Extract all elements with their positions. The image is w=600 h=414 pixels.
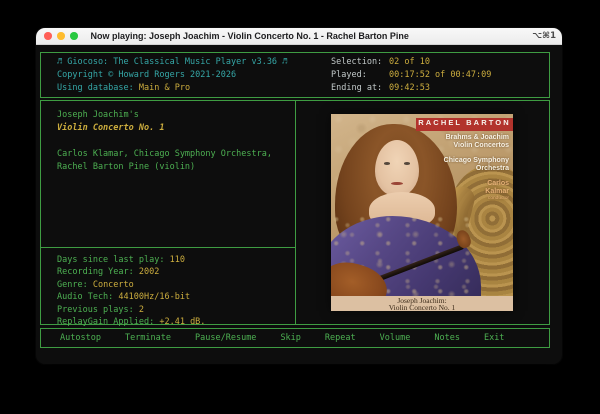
credit-gap	[444, 172, 509, 180]
minimize-button[interactable]	[57, 32, 65, 40]
window-titlebar[interactable]: Now playing: Joseph Joachim - Violin Con…	[36, 28, 562, 45]
conductor-role: conductor	[444, 195, 509, 203]
album-art: RACHEL BARTON Brahms & Joachim Violin Co…	[331, 114, 513, 311]
lips-illustration	[391, 182, 403, 185]
stat-selection: Selection:02 of 10	[331, 56, 491, 69]
album-caption: Joseph Joachim: Violin Concerto No. 1	[331, 296, 513, 311]
menu-item-volume[interactable]: Volume	[380, 333, 411, 343]
menu-box: Autostop Terminate Pause/Resume Skip Rep…	[40, 328, 550, 348]
conductor-name: Carlos	[444, 180, 509, 188]
caption-line-2: Violin Concerto No. 1	[331, 304, 513, 311]
detail-recording-year: Recording Year: 2002	[57, 266, 205, 278]
stat-ending-at: Ending at:09:42:53	[331, 82, 491, 95]
app-title-line: ♬ Giocoso: The Classical Music Player v3…	[57, 56, 287, 69]
eye-illustration	[404, 162, 410, 165]
copyright-line: Copyright © Howard Rogers 2021-2026	[57, 69, 287, 82]
menu-item-notes[interactable]: Notes	[434, 333, 460, 343]
album-credits: Brahms & Joachim Violin Concertos Chicag…	[444, 134, 509, 203]
window-title: Now playing: Joseph Joachim - Violin Con…	[91, 31, 409, 41]
composer-line: Joseph Joachim's	[57, 109, 272, 122]
track-details-panel: Days since last play: 110 Recording Year…	[57, 254, 205, 328]
horizontal-divider	[41, 247, 295, 248]
detail-days-since-play: Days since last play: 110	[57, 254, 205, 266]
traffic-lights	[44, 32, 78, 40]
detail-replaygain: ReplayGain Applied: +2.41 dB.	[57, 316, 205, 328]
terminal-area: ♬ Giocoso: The Classical Music Player v3…	[36, 45, 562, 364]
giocoso-window: Now playing: Joseph Joachim - Violin Con…	[36, 28, 562, 364]
credit-line: Chicago Symphony	[444, 157, 509, 165]
playback-stats: Selection:02 of 10 Played:00:17:52 of 00…	[331, 56, 491, 95]
vertical-divider	[295, 101, 296, 324]
credit-gap	[444, 149, 509, 157]
stat-played: Played:00:17:52 of 00:47:09	[331, 69, 491, 82]
credit-line: Orchestra	[444, 165, 509, 173]
database-line: Using database: Main & Pro	[57, 82, 287, 95]
header-box: ♬ Giocoso: The Classical Music Player v3…	[40, 52, 550, 98]
close-button[interactable]	[44, 32, 52, 40]
screenshot-stage: Now playing: Joseph Joachim - Violin Con…	[0, 0, 600, 414]
app-info: ♬ Giocoso: The Classical Music Player v3…	[57, 56, 287, 95]
performers-line-2: Rachel Barton Pine (violin)	[57, 161, 272, 174]
now-playing-panel: Joseph Joachim's Violin Concerto No. 1 C…	[57, 109, 272, 174]
face-illustration	[375, 140, 419, 196]
menu-item-terminate[interactable]: Terminate	[125, 333, 171, 343]
menu-item-autostop[interactable]: Autostop	[60, 333, 101, 343]
menu-item-pause-resume[interactable]: Pause/Resume	[195, 333, 256, 343]
conductor-name: Kalmar	[444, 188, 509, 196]
performers-line-1: Carlos Klamar, Chicago Symphony Orchestr…	[57, 148, 272, 161]
artist-banner: RACHEL BARTON	[416, 118, 513, 131]
credit-line: Brahms & Joachim	[444, 134, 509, 142]
main-box: Joseph Joachim's Violin Concerto No. 1 C…	[40, 100, 550, 325]
credit-line: Violin Concertos	[444, 142, 509, 150]
menu-item-exit[interactable]: Exit	[484, 333, 504, 343]
menu-item-repeat[interactable]: Repeat	[325, 333, 356, 343]
keyboard-shortcut-badge: ⌥⌘1	[532, 31, 556, 41]
blank-line	[57, 135, 272, 148]
menu-item-skip[interactable]: Skip	[280, 333, 300, 343]
detail-previous-plays: Previous plays: 2	[57, 304, 205, 316]
eye-illustration	[384, 162, 390, 165]
zoom-button[interactable]	[70, 32, 78, 40]
detail-genre: Genre: Concerto	[57, 279, 205, 291]
work-title: Violin Concerto No. 1	[57, 122, 272, 135]
detail-audio-tech: Audio Tech: 44100Hz/16-bit	[57, 291, 205, 303]
menu-row: Autostop Terminate Pause/Resume Skip Rep…	[41, 329, 549, 347]
